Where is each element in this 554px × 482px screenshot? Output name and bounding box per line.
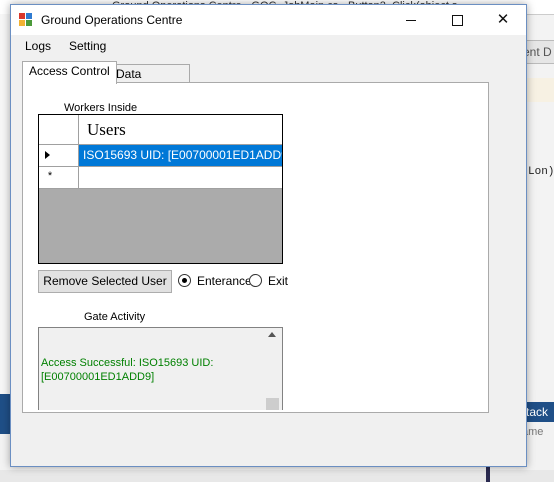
gate-activity-log[interactable]: Access Successful: ISO15693 UID: [E00700… bbox=[38, 327, 283, 410]
table-row[interactable]: ISO15693 UID: [E00700001ED1ADD9] bbox=[79, 145, 282, 167]
row-header-selected[interactable] bbox=[39, 145, 79, 167]
users-column-header[interactable]: Users bbox=[79, 115, 282, 145]
exit-radio[interactable] bbox=[249, 274, 262, 287]
new-row-cell[interactable] bbox=[79, 167, 282, 189]
current-row-arrow-icon bbox=[45, 151, 50, 159]
workers-grid[interactable]: Users ISO15693 UID: [E00700001ED1ADD9] * bbox=[38, 114, 283, 264]
minimize-icon bbox=[406, 20, 416, 21]
background-code-fragment: Lon) bbox=[528, 166, 554, 178]
background-ide-left-strip bbox=[0, 14, 10, 394]
close-button[interactable]: ✕ bbox=[480, 5, 526, 35]
menu-logs[interactable]: Logs bbox=[25, 39, 51, 53]
scroll-thumb[interactable] bbox=[266, 398, 279, 410]
new-row-marker: * bbox=[47, 170, 53, 182]
close-icon: ✕ bbox=[496, 11, 510, 28]
app-icon bbox=[19, 13, 33, 27]
maximize-button[interactable] bbox=[434, 5, 480, 35]
scroll-up-icon[interactable] bbox=[268, 332, 276, 337]
grid-corner-header[interactable] bbox=[39, 115, 79, 145]
window-title: Ground Operations Centre bbox=[41, 13, 183, 27]
menu-bar: Logs Setting bbox=[11, 35, 526, 57]
menu-setting[interactable]: Setting bbox=[69, 39, 106, 53]
main-window: Ground Operations Centre ✕ Logs Setting … bbox=[10, 4, 527, 467]
title-bar[interactable]: Ground Operations Centre ✕ bbox=[11, 5, 526, 35]
workers-inside-label: Workers Inside bbox=[64, 102, 138, 114]
exit-label[interactable]: Exit bbox=[268, 274, 288, 288]
row-header-new[interactable]: * bbox=[39, 167, 79, 189]
tab-access-control[interactable]: Access Control bbox=[22, 61, 117, 84]
enterance-radio[interactable] bbox=[178, 274, 191, 287]
radio-selected-dot bbox=[182, 278, 187, 283]
gate-log-entry: Access Successful: ISO15693 UID: [E00700… bbox=[41, 357, 214, 383]
gate-activity-label: Gate Activity bbox=[84, 311, 146, 323]
remove-selected-user-button[interactable]: Remove Selected User bbox=[38, 270, 172, 293]
minimize-button[interactable] bbox=[388, 5, 434, 35]
background-ide-bottom-strip bbox=[0, 470, 554, 482]
vertical-scrollbar[interactable] bbox=[264, 328, 281, 410]
enterance-label[interactable]: Enterance bbox=[197, 274, 252, 288]
background-ide-marker bbox=[486, 466, 490, 482]
maximize-icon bbox=[452, 15, 463, 26]
